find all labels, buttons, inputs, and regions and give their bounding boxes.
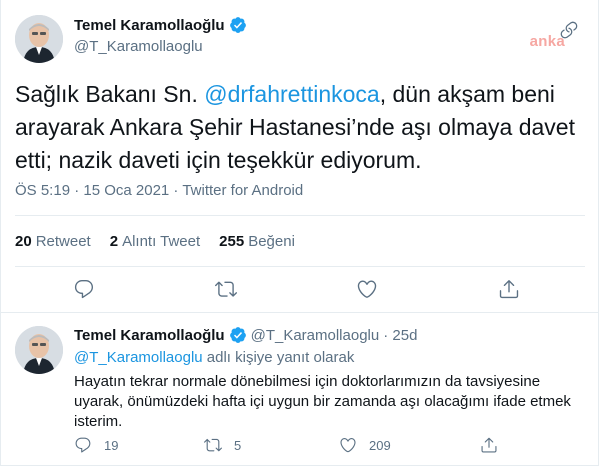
tweet-separator [0,312,599,313]
reply-count: 19 [104,437,119,453]
mention-link[interactable]: @drfahrettinkoca [204,81,380,107]
reply-retweet-button[interactable]: 5 [204,436,241,454]
reply-text: Hayatın tekrar normale dönebilmesi için … [74,373,571,430]
likes-stat[interactable]: 255 Beğeni [219,233,295,250]
reply-share-button[interactable] [480,436,498,454]
reply-time[interactable]: · 25d [383,327,417,344]
reply-like-button[interactable]: 209 [339,436,391,454]
share-icon[interactable] [498,278,520,300]
tweet-stats: 20 Retweet 2 Alıntı Tweet 255 Beğeni [15,233,295,250]
reply-to-suffix: adlı kişiye yanıt olarak [202,349,355,366]
quotes-stat[interactable]: 2 Alıntı Tweet [110,233,200,250]
verified-badge-icon [229,326,247,344]
quotes-count: 2 [109,233,119,250]
reply-icon[interactable] [73,278,95,300]
quotes-label: Alıntı Tweet [122,233,201,250]
retweet-count: 5 [234,437,242,453]
retweets-label: Retweet [35,233,91,250]
tweet-actions [0,278,599,302]
divider [15,266,585,267]
retweets-count: 20 [15,233,32,250]
reply-reply-button[interactable]: 19 [74,436,118,454]
verified-badge-icon [229,16,247,34]
replying-to: @T_Karamollaoglu adlı kişiye yanıt olara… [74,349,354,366]
likes-label: Beğeni [248,233,295,250]
like-icon [339,436,357,454]
handle[interactable]: @T_Karamollaoglu [74,38,203,55]
watermark-logo: anka [529,33,565,50]
divider [15,215,585,216]
main-tweet: Temel Karamollaoğlu @T_Karamollaoglu ank… [0,0,599,311]
reply-handle[interactable]: @T_Karamollaoglu [251,327,380,344]
tweet-text: Sağlık Bakanı Sn. @drfahrettinkoca, dün … [15,78,585,177]
like-icon[interactable] [356,278,378,300]
display-name[interactable]: Temel Karamollaoğlu [74,17,225,34]
retweet-icon [204,436,222,454]
reply-actions: 19 5 209 [74,436,584,456]
reply-icon [74,436,92,454]
like-count: 209 [369,437,391,453]
likes-count: 255 [219,233,245,250]
reply-display-name[interactable]: Temel Karamollaoğlu [74,327,225,344]
retweets-stat[interactable]: 20 Retweet [15,233,91,250]
retweet-icon[interactable] [215,278,237,300]
tweet-text-before: Sağlık Bakanı Sn. [15,81,205,107]
tweet-meta[interactable]: ÖS 5:19 · 15 Oca 2021 · Twitter for Andr… [15,182,303,199]
reply-avatar[interactable] [15,326,63,374]
reply-to-mention[interactable]: @T_Karamollaoglu [74,349,203,366]
share-icon [480,436,498,454]
avatar[interactable] [15,15,63,63]
